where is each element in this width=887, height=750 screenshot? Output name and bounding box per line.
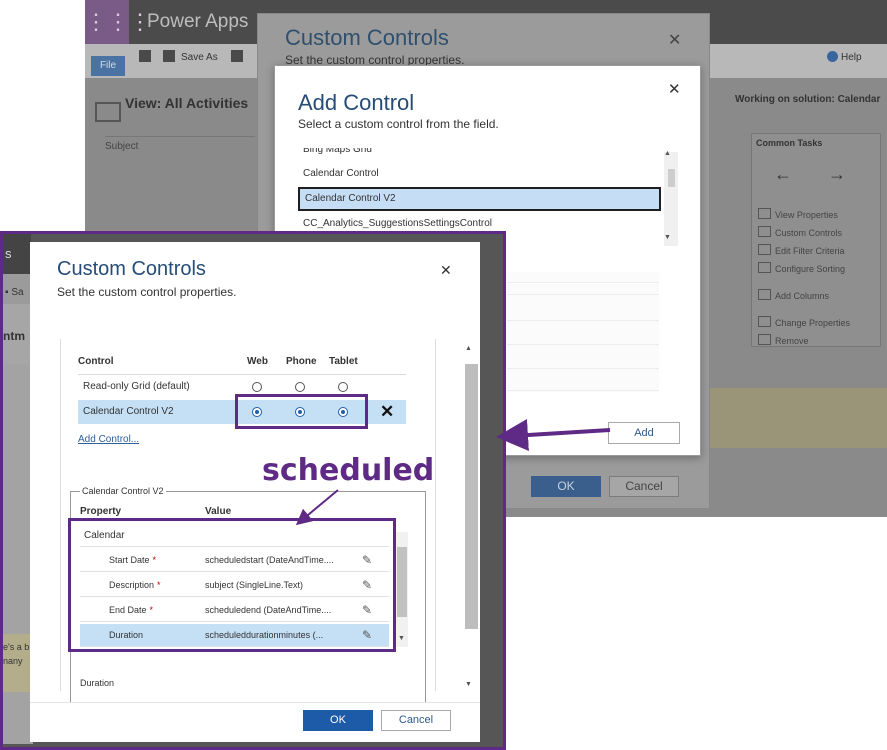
annotation-arrow-to-properties xyxy=(295,489,339,526)
annotation-arrows xyxy=(295,419,611,526)
annotation-arrow-to-add-button xyxy=(496,419,611,451)
